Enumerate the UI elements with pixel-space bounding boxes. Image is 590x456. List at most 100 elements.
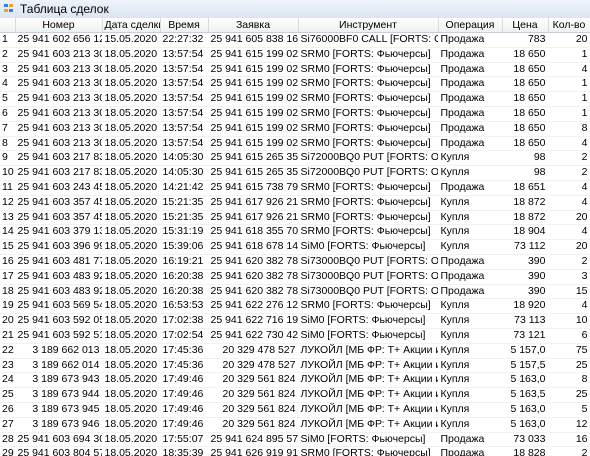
row-index: 12: [0, 195, 15, 211]
trade-time: 14:05:30: [160, 165, 208, 181]
operation: Продажа: [438, 121, 502, 137]
trade-time: 16:20:38: [160, 269, 208, 285]
col-header-instrument[interactable]: Инструмент: [298, 18, 439, 33]
operation: Продажа: [438, 432, 502, 448]
table-row[interactable]: 18 25 941 603 483 926 18.05.2020 16:20:38 25…: [0, 284, 590, 300]
trade-time: 13:57:54: [160, 62, 208, 78]
table-row[interactable]: 27 3 189 673 946 18.05.2020 17:49:46 20 329 …: [0, 417, 590, 433]
operation: Продажа: [438, 47, 502, 63]
col-header-operation[interactable]: Операция: [438, 18, 503, 33]
quantity: 20: [548, 210, 590, 226]
table-row[interactable]: 8 25 941 603 213 307 18.05.2020 13:57:54 25 …: [0, 136, 590, 152]
trade-time: 17:02:38: [160, 313, 208, 329]
quantity: 2: [548, 254, 590, 270]
table-row[interactable]: 28 25 941 603 694 300 18.05.2020 17:55:07 25…: [0, 432, 590, 448]
instrument: ЛУКОЙЛ [МБ ФР: Т+ Акции и Д: [298, 372, 438, 389]
table-row[interactable]: 1 25 941 602 656 124 15.05.2020 22:27:32 25 …: [0, 32, 590, 48]
table-row[interactable]: 5 25 941 603 213 304 18.05.2020 13:57:54 25 …: [0, 91, 590, 107]
operation: Купля: [438, 343, 502, 359]
instrument: SRM0 [FORTS: Фьючерсы]: [298, 210, 438, 226]
table-row[interactable]: 7 25 941 603 213 306 18.05.2020 13:57:54 25 …: [0, 121, 590, 137]
trade-number: 3 189 673 945: [15, 402, 102, 418]
operation: Продажа: [438, 62, 502, 78]
quantity: 4: [548, 180, 590, 196]
price: 18 651: [502, 180, 548, 196]
row-index: 1: [0, 32, 15, 48]
instrument: ЛУКОЙЛ [МБ ФР: Т+ Акции и Д: [298, 387, 438, 403]
instrument: Si73000BQ0 PUT [FORTS: Опци: [298, 269, 438, 285]
window-title-bar[interactable]: Таблица сделок: [0, 0, 590, 19]
trade-time: 15:31:19: [160, 224, 208, 241]
trade-time: 13:57:54: [160, 47, 208, 63]
table-row[interactable]: 15 25 941 603 396 991 18.05.2020 15:39:06 25…: [0, 239, 590, 255]
order-number: 25 941 626 919 918: [208, 446, 298, 456]
quantity: 4: [548, 224, 590, 241]
instrument: Si72000BQ0 PUT [FORTS: Опци: [298, 165, 438, 181]
table-row[interactable]: 16 25 941 603 481 777 18.05.2020 16:19:21 25…: [0, 254, 590, 270]
table-row[interactable]: 29 25 941 603 804 572 18.05.2020 18:35:39 25…: [0, 446, 590, 456]
table-row[interactable]: 19 25 941 603 569 545 18.05.2020 16:53:53 25…: [0, 298, 590, 315]
trade-time: 17:49:46: [160, 402, 208, 418]
order-number: 25 941 615 199 027: [208, 121, 298, 137]
table-row[interactable]: 24 3 189 673 943 18.05.2020 17:49:46 20 329 …: [0, 372, 590, 389]
trade-number: 25 941 603 592 052: [15, 313, 102, 329]
table-row[interactable]: 13 25 941 603 357 459 18.05.2020 15:21:35 25…: [0, 210, 590, 226]
order-number: 20 329 478 527: [208, 343, 298, 359]
instrument: SRM0 [FORTS: Фьючерсы]: [298, 47, 438, 63]
trade-number: 3 189 673 944: [15, 387, 102, 403]
table-row[interactable]: 26 3 189 673 945 18.05.2020 17:49:46 20 329 …: [0, 402, 590, 418]
col-header-price[interactable]: Цена: [502, 18, 549, 33]
table-row[interactable]: 3 25 941 603 213 302 18.05.2020 13:57:54 25 …: [0, 62, 590, 78]
trade-time: 13:57:54: [160, 136, 208, 152]
table-row[interactable]: 10 25 941 603 217 833 18.05.2020 14:05:30 25…: [0, 165, 590, 181]
col-header-number[interactable]: Номер: [15, 18, 103, 33]
instrument: SRM0 [FORTS: Фьючерсы]: [298, 121, 438, 137]
table-row[interactable]: 22 3 189 662 013 18.05.2020 17:45:36 20 329 …: [0, 343, 590, 359]
row-index: 29: [0, 446, 15, 456]
operation: Продажа: [438, 91, 502, 107]
table-row[interactable]: 11 25 941 603 243 455 18.05.2020 14:21:42 25…: [0, 180, 590, 196]
order-number: 25 941 624 895 575: [208, 432, 298, 448]
table-row[interactable]: 2 25 941 603 213 301 18.05.2020 13:57:54 25 …: [0, 47, 590, 63]
trade-time: 17:02:54: [160, 328, 208, 344]
quantity: 20: [548, 32, 590, 48]
table-row[interactable]: 12 25 941 603 357 458 18.05.2020 15:21:35 25…: [0, 195, 590, 211]
operation: Купля: [438, 402, 502, 418]
col-header-date[interactable]: Дата сделки: [102, 18, 161, 33]
quantity: 8: [548, 121, 590, 137]
table-row[interactable]: 14 25 941 603 379 134 18.05.2020 15:31:19 25…: [0, 224, 590, 241]
table-row[interactable]: 23 3 189 662 014 18.05.2020 17:45:36 20 329 …: [0, 358, 590, 374]
operation: Продажа: [438, 269, 502, 285]
trade-number: 25 941 603 213 305: [15, 106, 102, 122]
order-number: 20 329 561 824: [208, 402, 298, 418]
row-index: 15: [0, 239, 15, 255]
operation: Купля: [438, 165, 502, 181]
table-row[interactable]: 4 25 941 603 213 303 18.05.2020 13:57:54 25 …: [0, 76, 590, 93]
table-row[interactable]: 21 25 941 603 592 514 18.05.2020 17:02:54 25…: [0, 328, 590, 344]
col-header-qty[interactable]: Кол-во: [548, 18, 590, 33]
col-header-index[interactable]: [0, 18, 16, 33]
price: 18 920: [502, 298, 548, 315]
row-index: 16: [0, 254, 15, 270]
quantity: 5: [548, 402, 590, 418]
trade-date: 18.05.2020: [102, 372, 160, 389]
price: 783: [502, 32, 548, 48]
table-row[interactable]: 9 25 941 603 217 832 18.05.2020 14:05:30 25 …: [0, 150, 590, 167]
table-row[interactable]: 17 25 941 603 483 925 18.05.2020 16:20:38 25…: [0, 269, 590, 285]
operation: Купля: [438, 150, 502, 167]
table-row[interactable]: 6 25 941 603 213 305 18.05.2020 13:57:54 25 …: [0, 106, 590, 122]
trade-date: 18.05.2020: [102, 239, 160, 255]
col-header-order[interactable]: Заявка: [208, 18, 299, 33]
trade-date: 18.05.2020: [102, 180, 160, 196]
row-index: 2: [0, 47, 15, 63]
trade-time: 16:20:38: [160, 284, 208, 300]
trades-table[interactable]: Номер Дата сделки Время Заявка Инструмен…: [0, 18, 590, 456]
table-row[interactable]: 20 25 941 603 592 052 18.05.2020 17:02:38 25…: [0, 313, 590, 329]
order-number: 25 941 605 838 162: [208, 32, 298, 48]
order-number: 25 941 615 265 350: [208, 150, 298, 167]
operation: Купля: [438, 239, 502, 255]
trade-time: 18:35:39: [160, 446, 208, 456]
table-row[interactable]: 25 3 189 673 944 18.05.2020 17:49:46 20 329 …: [0, 387, 590, 403]
col-header-time[interactable]: Время: [160, 18, 209, 33]
price: 18 650: [502, 91, 548, 107]
